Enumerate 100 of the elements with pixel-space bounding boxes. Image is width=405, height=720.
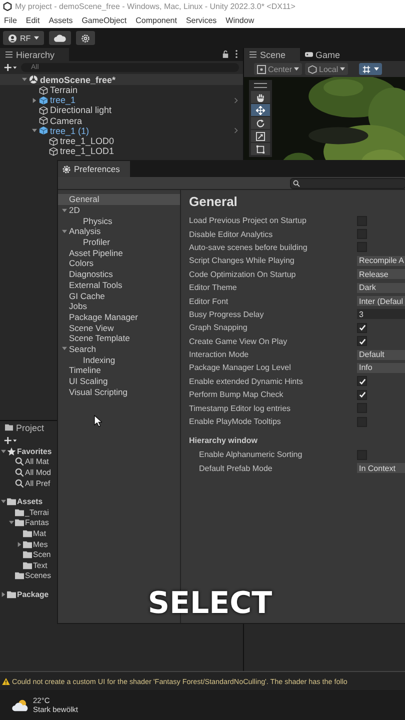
expand-arrow-icon[interactable] (9, 520, 14, 526)
setting-label: Package Manager Log Level (189, 363, 292, 372)
menu-item[interactable]: File (4, 16, 17, 24)
more-icon[interactable] (235, 50, 238, 58)
settings-icon (62, 164, 71, 174)
setting-dropdown[interactable]: Dark (357, 282, 405, 293)
expand-arrow-icon[interactable] (22, 77, 27, 82)
tool-button[interactable] (251, 117, 270, 129)
add-icon[interactable] (4, 436, 17, 444)
add-icon[interactable] (4, 64, 17, 70)
chevron-icon[interactable] (234, 96, 238, 104)
preferences-nav-item[interactable]: Indexing (58, 354, 180, 365)
expand-arrow-icon[interactable] (1, 592, 6, 597)
account-button[interactable]: RF (3, 31, 44, 45)
menu-item[interactable]: GameObject (82, 16, 127, 24)
checkbox[interactable] (357, 390, 367, 400)
caption: SELECT (146, 586, 274, 621)
expand-arrow-icon[interactable] (32, 98, 37, 103)
menu-item[interactable]: Component (136, 16, 177, 24)
drag-handle[interactable] (254, 83, 267, 88)
checkbox[interactable] (357, 376, 367, 386)
hierarchy-item[interactable]: Camera (50, 116, 82, 126)
preferences-nav-item[interactable]: Scene Template (58, 332, 180, 344)
setting-dropdown[interactable]: Recompile A (357, 256, 405, 266)
lock-icon[interactable] (222, 50, 229, 58)
setting-label: Load Previous Project on Startup (189, 216, 308, 226)
hierarchy-item[interactable]: tree_1 (50, 95, 76, 106)
hierarchy-item[interactable]: tree_1_LOD1 (60, 146, 114, 156)
preferences-nav-item[interactable]: 2D (58, 204, 180, 216)
preferences-nav-item[interactable]: Diagnostics (58, 268, 180, 280)
preferences-nav-item[interactable]: Physics (58, 215, 180, 226)
expand-arrow-icon[interactable] (62, 346, 67, 352)
hierarchy-item[interactable]: tree_1_LOD0 (60, 136, 114, 146)
number-field[interactable]: 3 (357, 309, 405, 320)
checkbox[interactable] (357, 336, 367, 346)
grid-snap-button[interactable] (359, 63, 382, 75)
scene-tab[interactable]: Scene (244, 48, 300, 61)
preferences-nav-item[interactable]: GI Cache (58, 290, 180, 301)
setting-label: Disable Editor Analytics (189, 230, 274, 239)
pivot-dropdown[interactable]: Center (254, 63, 302, 75)
preferences-nav-item[interactable]: Search (58, 344, 180, 354)
preferences-nav-item[interactable]: Jobs (58, 300, 180, 312)
user-icon (8, 34, 17, 42)
preferences-nav-item[interactable]: UI Scaling (58, 376, 180, 386)
cube-icon (39, 116, 48, 126)
hierarchy-item[interactable]: tree_1 (1) (50, 126, 90, 136)
hierarchy-tab[interactable]: Hierarchy (0, 48, 69, 61)
tool-button[interactable] (251, 91, 270, 103)
setting-dropdown[interactable]: Default (357, 350, 405, 360)
tool-button[interactable] (251, 104, 270, 116)
cloud-sun-icon[interactable] (12, 698, 29, 712)
preferences-nav-item[interactable]: Visual Scripting (58, 386, 180, 398)
preferences-nav-item[interactable]: Scene View (58, 322, 180, 333)
chevron-icon[interactable] (234, 127, 238, 134)
expand-arrow-icon[interactable] (1, 499, 6, 504)
preferences-nav-item[interactable]: Package Manager (58, 312, 180, 322)
space-dropdown[interactable]: Local (305, 63, 348, 75)
expand-arrow-icon[interactable] (1, 448, 6, 454)
settings-button[interactable] (76, 31, 95, 45)
search-icon (15, 478, 24, 488)
hierarchy-item[interactable]: Directional light (50, 105, 112, 116)
setting-dropdown[interactable]: Info (357, 362, 405, 373)
search-field[interactable] (290, 178, 405, 188)
setting-label: Default Prefab Mode (199, 464, 274, 473)
expand-arrow-icon[interactable] (62, 208, 67, 213)
preferences-nav-item[interactable]: External Tools (58, 280, 180, 290)
preferences-nav-item[interactable]: Analysis (58, 226, 180, 237)
setting-dropdown[interactable]: Release (357, 269, 405, 280)
setting-label: Perform Bump Map Check (189, 390, 284, 400)
hierarchy-item[interactable]: Terrain (50, 85, 78, 96)
pivot-icon (257, 64, 266, 74)
menu-item[interactable]: Edit (26, 16, 40, 24)
preferences-nav-item[interactable]: General (58, 194, 180, 205)
preferences-nav-item[interactable]: Profiler (58, 236, 180, 248)
setting-label: Enable PlayMode Tooltips (189, 417, 282, 426)
checkbox[interactable] (357, 322, 367, 333)
preferences-nav-item[interactable]: Colors (58, 258, 180, 269)
setting-dropdown[interactable]: Inter (Defaul (357, 296, 405, 306)
setting-dropdown[interactable]: In Context (357, 463, 405, 474)
cloud-button[interactable] (48, 31, 71, 45)
cube-icon (39, 126, 48, 136)
expand-arrow-icon[interactable] (17, 542, 22, 547)
rotate-icon (256, 118, 265, 128)
setting-label: Auto-save scenes before building (189, 242, 308, 252)
setting-label: Enable Alphanumeric Sorting (199, 450, 304, 460)
setting-label: Editor Theme (189, 283, 238, 292)
caret-icon (294, 67, 300, 71)
menu-item[interactable]: Window (226, 16, 254, 24)
menu-item[interactable]: Services (186, 16, 217, 24)
menu-item[interactable]: Assets (48, 16, 73, 24)
tool-button[interactable] (251, 143, 270, 155)
preferences-tab[interactable]: Preferences (58, 161, 130, 177)
mouse-cursor-icon (94, 415, 102, 427)
setting-label: Interaction Mode (189, 350, 250, 360)
expand-arrow-icon[interactable] (32, 128, 37, 134)
tool-button[interactable] (251, 130, 270, 142)
expand-arrow-icon[interactable] (62, 228, 67, 234)
preferences-nav-item[interactable]: Timeline (58, 365, 180, 376)
project-tab[interactable]: Project (0, 421, 58, 434)
preferences-nav-item[interactable]: Asset Pipeline (58, 247, 180, 258)
